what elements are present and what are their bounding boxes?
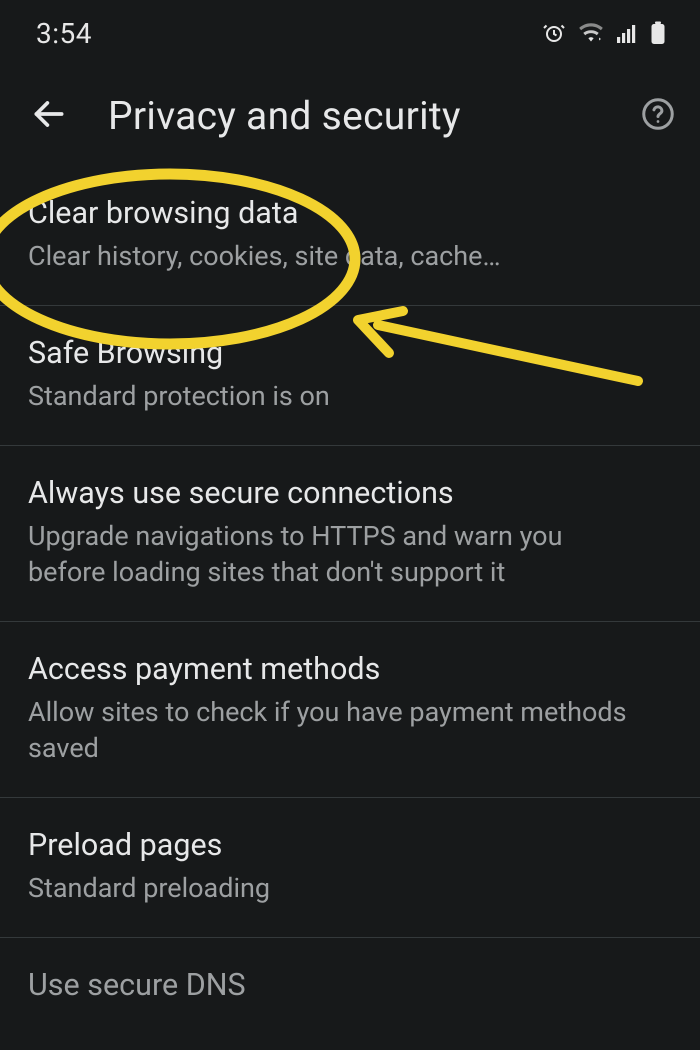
help-button[interactable] — [628, 96, 676, 136]
setting-subtitle: Standard protection is on — [28, 379, 628, 415]
status-bar: 3:54 — [0, 0, 700, 66]
setting-subtitle: Standard preloading — [28, 871, 628, 907]
setting-title: Preload pages — [28, 827, 672, 865]
setting-title: Always use secure connections — [28, 475, 672, 513]
page-title: Privacy and security — [78, 93, 628, 139]
setting-subtitle: Clear history, cookies, site data, cache… — [28, 239, 628, 275]
setting-subtitle: Upgrade navigations to HTTPS and warn yo… — [28, 519, 628, 591]
back-button[interactable] — [30, 95, 78, 137]
app-bar: Privacy and security — [0, 66, 700, 166]
arrow-back-icon — [30, 95, 68, 137]
setting-title: Safe Browsing — [28, 335, 672, 373]
wifi-icon — [578, 22, 604, 44]
setting-title: Use secure DNS — [28, 967, 672, 1005]
setting-secure-connections[interactable]: Always use secure connections Upgrade na… — [0, 446, 700, 622]
alarm-icon — [542, 21, 566, 45]
setting-clear-browsing-data[interactable]: Clear browsing data Clear history, cooki… — [0, 166, 700, 306]
setting-safe-browsing[interactable]: Safe Browsing Standard protection is on — [0, 306, 700, 446]
status-icons-group — [542, 21, 666, 45]
status-time: 3:54 — [36, 17, 92, 50]
setting-subtitle: Allow sites to check if you have payment… — [28, 695, 628, 767]
settings-list: Clear browsing data Clear history, cooki… — [0, 166, 700, 1005]
help-outline-icon — [640, 96, 676, 136]
setting-payment-methods[interactable]: Access payment methods Allow sites to ch… — [0, 622, 700, 798]
setting-preload-pages[interactable]: Preload pages Standard preloading — [0, 798, 700, 938]
setting-secure-dns[interactable]: Use secure DNS — [0, 938, 700, 1005]
setting-title: Access payment methods — [28, 651, 672, 689]
battery-icon — [650, 21, 666, 45]
setting-title: Clear browsing data — [28, 195, 672, 233]
signal-icon — [616, 22, 638, 44]
